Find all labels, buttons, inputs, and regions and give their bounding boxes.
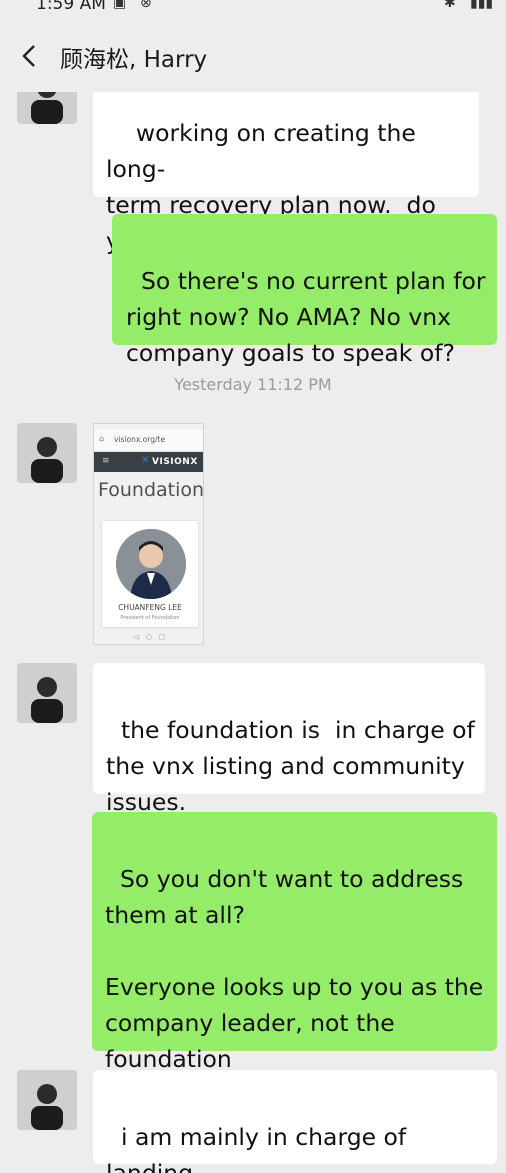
message-bubble-incoming[interactable]: i am mainly in charge of landing AI solu… [93, 1070, 497, 1173]
status-time: 1:59 AM [36, 0, 106, 14]
page-heading: Foundation [98, 479, 204, 501]
sync-icon: ⊗ [140, 0, 152, 11]
message-bubble-incoming[interactable]: the foundation is in charge of the vnx l… [93, 663, 485, 816]
site-nav-bar: ≡ ✕ VISIONX [94, 452, 203, 472]
contact-avatar[interactable] [17, 1070, 77, 1130]
site-brand: VISIONX [152, 457, 198, 467]
browser-url-bar: ⌂ visionx.org/te [94, 430, 203, 452]
browser-url: visionx.org/te [114, 435, 166, 444]
signal-icon: ▮▮▮ [470, 0, 494, 11]
contact-avatar[interactable] [17, 423, 77, 483]
chat-title: 顾海松, Harry [60, 47, 208, 73]
status-bar-overlay: 1:59 AM ▣ ⊗ ✱ ▮▮▮ [0, 0, 506, 20]
message-1-visible: working on creating the long- term recov… [0, 92, 506, 202]
profile-name: CHUANFENG LEE [118, 603, 182, 612]
bluetooth-icon: ✱ [444, 0, 456, 11]
profile-card: CHUANFENG LEE President of Foundation [102, 521, 198, 627]
visionx-logo-icon: ✕ [141, 455, 150, 466]
message-bubble-outgoing[interactable]: So you don't want to address them at all… [92, 812, 497, 1073]
chat-header-overlay: 顾海松, Harry [0, 20, 506, 92]
message-bubble-outgoing[interactable]: So there's no current plan for right now… [112, 214, 497, 367]
contact-avatar[interactable] [17, 663, 77, 723]
message-bubble-incoming[interactable]: working on creating the long- term recov… [93, 92, 479, 202]
notification-icon: ▣ [113, 0, 127, 11]
back-arrow-icon[interactable] [20, 44, 38, 68]
message-text: the foundation is in charge of the vnx l… [106, 716, 475, 816]
message-text: So there's no current plan for right now… [126, 267, 486, 367]
profile-role: President of Foundation [120, 615, 180, 621]
message-timestamp: Yesterday 11:12 PM [174, 375, 332, 394]
android-nav-icons: ◁ ○ ▢ [133, 633, 166, 641]
message-text: working on creating the long- term recov… [106, 119, 436, 202]
shared-image-message[interactable]: ⌂ visionx.org/te ≡ ✕ VISIONX Foundation … [93, 423, 204, 645]
message-text: So you don't want to address them at all… [105, 865, 484, 1073]
profile-photo [116, 529, 186, 599]
home-icon: ⌂ [99, 434, 105, 443]
message-text: i am mainly in charge of landing AI solu… [106, 1123, 407, 1173]
contact-avatar[interactable] [17, 92, 77, 124]
menu-icon: ≡ [102, 456, 110, 466]
